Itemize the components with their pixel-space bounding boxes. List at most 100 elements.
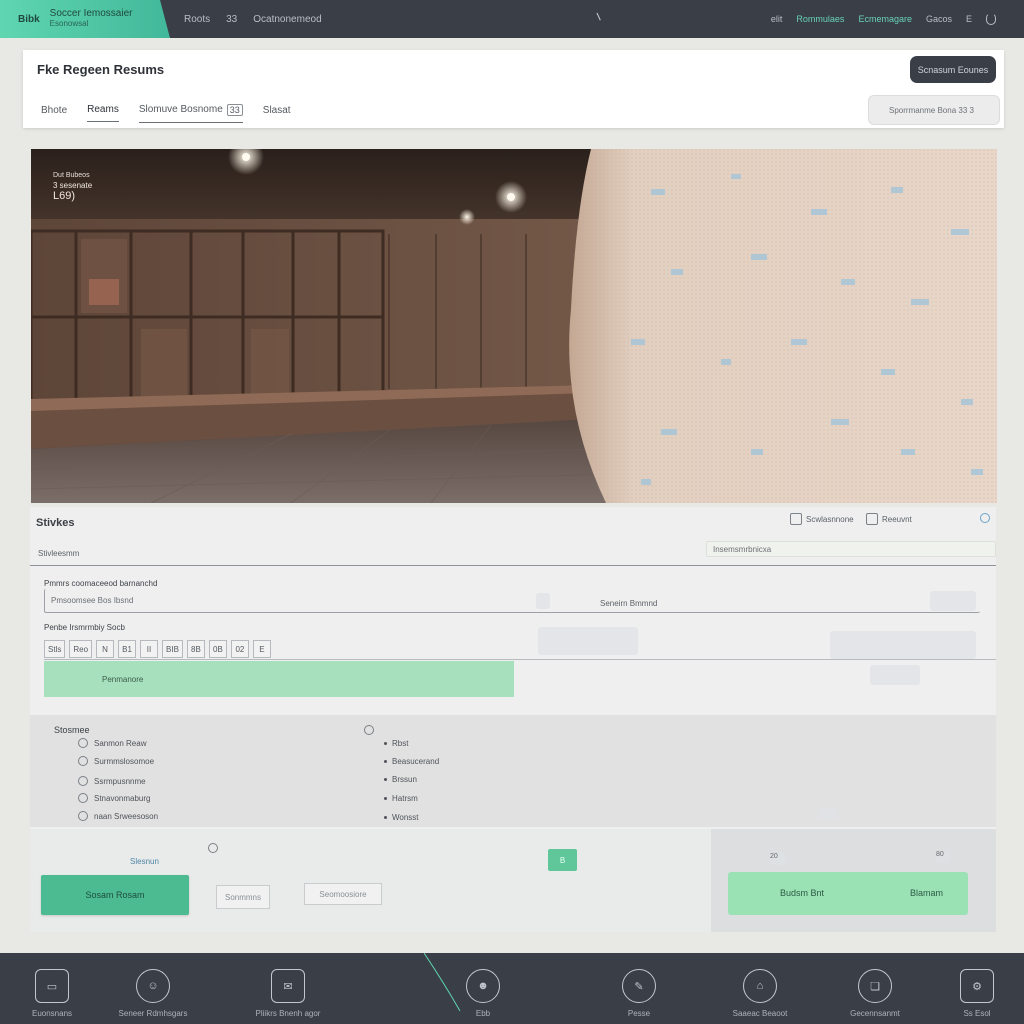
toolbar-button[interactable]: E bbox=[252, 640, 271, 658]
divider bbox=[30, 565, 996, 566]
placeholder-block bbox=[830, 631, 976, 659]
status-value: Hatrsm bbox=[384, 794, 418, 803]
dock-label: Gecennsanmt bbox=[850, 1009, 900, 1018]
dock-label: Ss Esol bbox=[963, 1009, 991, 1018]
top-nav: Roots 33 Ocatnonemeod bbox=[184, 0, 322, 38]
actions-label: Slesnun bbox=[130, 857, 159, 866]
status-value-text: Wonsst bbox=[392, 813, 419, 822]
dock-item-wallet[interactable]: ▭ Euonsnans bbox=[7, 969, 97, 1018]
tab-home[interactable]: Bhote bbox=[41, 105, 67, 122]
brand[interactable]: Bibk Soccer Iemossaier Esonowsal bbox=[0, 0, 170, 38]
status-label: Reeuvnt bbox=[882, 514, 912, 524]
status-toggle[interactable]: Scwlasnnone bbox=[790, 513, 854, 525]
dock-item-mail[interactable]: ✉ Pliikrs Bnenh agor bbox=[243, 969, 333, 1018]
tab-count-badge: 33 bbox=[226, 103, 243, 116]
field-action[interactable] bbox=[930, 591, 976, 611]
caption-line: L69) bbox=[53, 190, 76, 202]
dock-label: Pesse bbox=[627, 1009, 651, 1018]
tab-bosnome[interactable]: Slomuve Bosnome bbox=[139, 104, 223, 115]
top-link[interactable]: Ecmemagare bbox=[858, 14, 912, 24]
info-icon[interactable] bbox=[364, 725, 374, 735]
caption-line: Dut Bubeos bbox=[53, 172, 90, 179]
placeholder-block bbox=[538, 627, 638, 655]
status-row-label: Sanmon Reaw bbox=[94, 738, 147, 748]
toolbar-button[interactable]: 0B bbox=[208, 640, 227, 658]
name-field[interactable]: Pmsoomsee Bos Ibsnd bbox=[44, 589, 980, 613]
input-field-a[interactable]: Sonmmns bbox=[216, 885, 270, 909]
settings-title: Stivkes bbox=[36, 517, 75, 529]
logo: Bibk bbox=[18, 13, 40, 25]
status-row: Surmmslosomoe bbox=[78, 756, 154, 766]
checkbox-icon bbox=[866, 513, 878, 525]
top-nav-item[interactable]: Roots bbox=[184, 14, 210, 25]
settings-panel: Stivkes Scwlasnnone Reeuvnt Stivleesmm I… bbox=[30, 507, 996, 932]
edit-icon[interactable] bbox=[980, 513, 990, 523]
toolbar-button[interactable]: N bbox=[96, 640, 115, 658]
filter-field[interactable]: Insemsmrbnicxa bbox=[706, 541, 996, 557]
status-row: naan Srweesoson bbox=[78, 811, 158, 821]
search-input[interactable]: Sporrmanme Bona 33 3 bbox=[868, 95, 1000, 125]
toolbar-button[interactable]: B1 bbox=[118, 640, 137, 658]
status-row: Sanmon Reaw bbox=[78, 738, 146, 748]
top-link[interactable]: Gacos bbox=[926, 14, 952, 24]
dock-item-settings[interactable]: ⚙ Ss Esol bbox=[932, 969, 1022, 1018]
dock-item-feather[interactable]: ✎ Pesse bbox=[594, 969, 684, 1018]
dock-item-chat[interactable]: ☺ Seneer Rdmhsgars bbox=[108, 969, 198, 1018]
header-action-button[interactable]: Scnasum Eounes bbox=[910, 56, 996, 83]
room-caption: Dut Bubeos 3 sesenate L69) bbox=[53, 171, 92, 202]
badge-text: 80 bbox=[936, 851, 944, 858]
tab-reams[interactable]: Reams bbox=[87, 104, 119, 122]
toolbar-button[interactable]: II bbox=[140, 640, 159, 658]
power-icon[interactable] bbox=[986, 13, 996, 25]
status-icon bbox=[78, 738, 88, 748]
status-value-text: Brssun bbox=[392, 775, 417, 784]
checkbox-icon bbox=[790, 513, 802, 525]
settings-subtitle: Stivleesmm bbox=[38, 549, 80, 558]
toolbar-button[interactable]: 02 bbox=[230, 640, 249, 658]
status-value: Rbst bbox=[384, 739, 408, 748]
primary-button[interactable]: Sosam Rosam bbox=[41, 875, 189, 915]
input-field-b[interactable]: Seomoosiore bbox=[304, 883, 382, 905]
confirm-square-button[interactable]: B bbox=[548, 849, 577, 871]
dock-label: Pliikrs Bnenh agor bbox=[255, 1009, 321, 1018]
dock-item-gift[interactable]: ❏ Gecennsanmt bbox=[830, 969, 920, 1018]
info-icon[interactable] bbox=[208, 843, 218, 853]
dock-item-user[interactable]: ☻ Ebb bbox=[438, 969, 528, 1018]
mail-icon: ✉ bbox=[271, 969, 305, 1003]
secondary-button[interactable]: Budsm Bnt Blamam bbox=[728, 872, 968, 915]
feather-icon: ✎ bbox=[622, 969, 656, 1003]
toolbar-button[interactable]: BIB bbox=[162, 640, 183, 658]
top-link[interactable]: E bbox=[966, 14, 972, 24]
page-title: Fke Regeen Resums bbox=[37, 62, 165, 77]
badge: 80 bbox=[936, 851, 950, 863]
status-value-text: Hatrsm bbox=[392, 794, 418, 803]
tab-group[interactable]: Slomuve Bosnome 33 bbox=[138, 103, 243, 123]
top-right-links: elit Rommulaes Ecmemagare Gacos E bbox=[771, 0, 996, 38]
top-nav-item[interactable]: 33 bbox=[226, 14, 237, 25]
top-link[interactable]: elit bbox=[771, 14, 783, 24]
status-value-text: Rbst bbox=[392, 739, 409, 748]
top-link[interactable]: Rommulaes bbox=[796, 14, 844, 24]
settings-icon: ⚙ bbox=[960, 969, 994, 1003]
brand-subtitle: Esonowsal bbox=[49, 19, 89, 28]
progress-label: Penmanore bbox=[102, 674, 144, 684]
tab-slasat[interactable]: Slasat bbox=[263, 105, 291, 122]
chat-icon: ☺ bbox=[136, 969, 170, 1003]
status-toggle[interactable]: Reeuvnt bbox=[866, 513, 912, 525]
tab-bar: Bhote Reams Slomuve Bosnome 33 Slasat bbox=[41, 98, 291, 123]
status-row-label: Ssrmpusnnme bbox=[94, 776, 146, 786]
toolbar-button[interactable]: Stls bbox=[44, 640, 66, 658]
lock-icon: ⌂ bbox=[743, 969, 777, 1003]
actions-area: Slesnun Sosam Rosam Sonmmns Seomoosiore … bbox=[30, 829, 996, 932]
header-panel: Fke Regeen Resums Scnasum Eounes Bhote R… bbox=[23, 50, 1004, 128]
top-bar: Bibk Soccer Iemossaier Esonowsal Roots 3… bbox=[0, 0, 1024, 38]
dock-item-lock[interactable]: ⌂ Saaeac Beaoot bbox=[715, 969, 805, 1018]
status-title: Stosmee bbox=[54, 725, 90, 735]
dock-label: Euonsnans bbox=[31, 1009, 73, 1018]
divider bbox=[44, 659, 996, 660]
status-row-label: Surmmslosomoe bbox=[94, 756, 155, 766]
top-nav-item[interactable]: Ocatnonemeod bbox=[253, 14, 321, 25]
toolbar-button[interactable]: 8B bbox=[186, 640, 205, 658]
toolbar-button[interactable]: Reo bbox=[69, 640, 93, 658]
field-value: Pmsoomsee Bos Ibsnd bbox=[51, 596, 134, 605]
